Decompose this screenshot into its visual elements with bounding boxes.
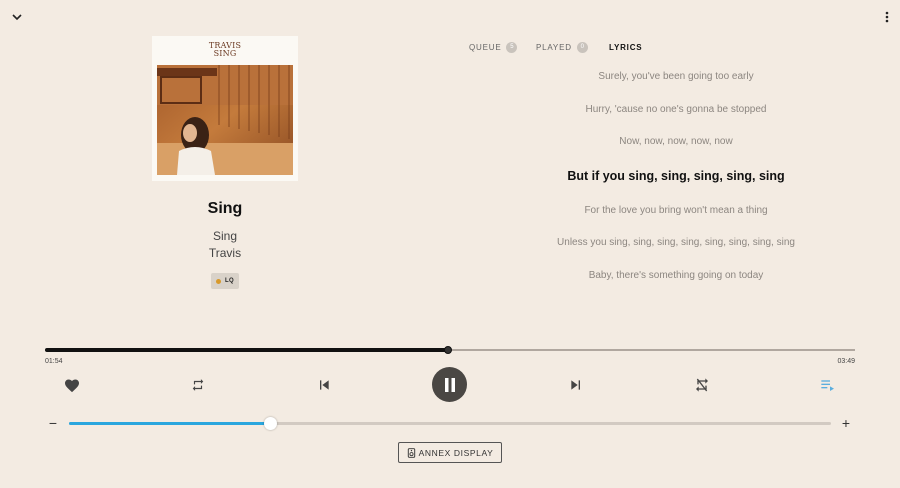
- volume-fill: [69, 422, 271, 425]
- speaker-icon: [407, 447, 415, 458]
- played-count-badge: 0: [576, 41, 588, 53]
- collapse-chevron-icon[interactable]: [8, 9, 26, 25]
- album-art: TRAVIS SING: [152, 36, 298, 181]
- time-elapsed: 01:54: [45, 358, 63, 365]
- lyric-line[interactable]: Hurry, 'cause no one's gonna be stopped: [476, 104, 876, 115]
- tab-lyrics[interactable]: LYRICS: [609, 41, 642, 53]
- playlist-play-icon[interactable]: [817, 374, 839, 396]
- lyric-line[interactable]: Unless you sing, sing, sing, sing, sing,…: [476, 237, 876, 248]
- lyric-line[interactable]: Surely, you've been going too early: [476, 71, 876, 82]
- album-art-photo: [157, 65, 293, 175]
- pause-button[interactable]: [432, 367, 467, 402]
- quality-badge: LQ: [211, 273, 239, 289]
- quality-label: LQ: [225, 278, 234, 284]
- lyric-line-current[interactable]: But if you sing, sing, sing, sing, sing: [476, 169, 876, 183]
- artist-name[interactable]: Travis: [140, 246, 310, 260]
- lyric-line[interactable]: Now, now, now, now, now: [476, 136, 876, 147]
- progress-fill: [45, 348, 448, 352]
- more-vert-icon[interactable]: [882, 9, 892, 25]
- annex-display-button[interactable]: ANNEX DISPLAY: [398, 442, 502, 463]
- song-title: Sing: [207, 200, 243, 217]
- volume-thumb[interactable]: [263, 417, 277, 430]
- tab-lyrics-label: LYRICS: [609, 42, 643, 52]
- progress-thumb[interactable]: [443, 346, 452, 354]
- repeat-icon[interactable]: [187, 374, 209, 396]
- album-art-title: TRAVIS SING: [208, 41, 242, 58]
- quality-dot-icon: [216, 278, 222, 284]
- heart-icon[interactable]: [61, 374, 83, 396]
- tab-played-label: PLAYED: [536, 42, 572, 52]
- lyric-line[interactable]: Baby, there's something going on today: [476, 270, 876, 281]
- tab-queue-label: QUEUE: [469, 42, 502, 52]
- lyric-line[interactable]: For the love you bring won't mean a thin…: [476, 205, 876, 216]
- annex-display-label: ANNEX DISPLAY: [418, 447, 494, 458]
- pause-icon: [444, 377, 455, 392]
- tab-played[interactable]: PLAYED 0: [536, 41, 588, 53]
- volume-up-icon[interactable]: +: [840, 416, 852, 430]
- skip-previous-icon[interactable]: [313, 374, 335, 396]
- shuffle-off-icon[interactable]: [691, 374, 713, 396]
- tab-queue[interactable]: QUEUE 5: [469, 41, 518, 53]
- time-total: 03:49: [837, 358, 855, 365]
- queue-count-badge: 5: [506, 41, 518, 53]
- volume-down-icon[interactable]: −: [47, 416, 59, 430]
- album-name[interactable]: Sing: [140, 229, 310, 243]
- skip-next-icon[interactable]: [565, 374, 587, 396]
